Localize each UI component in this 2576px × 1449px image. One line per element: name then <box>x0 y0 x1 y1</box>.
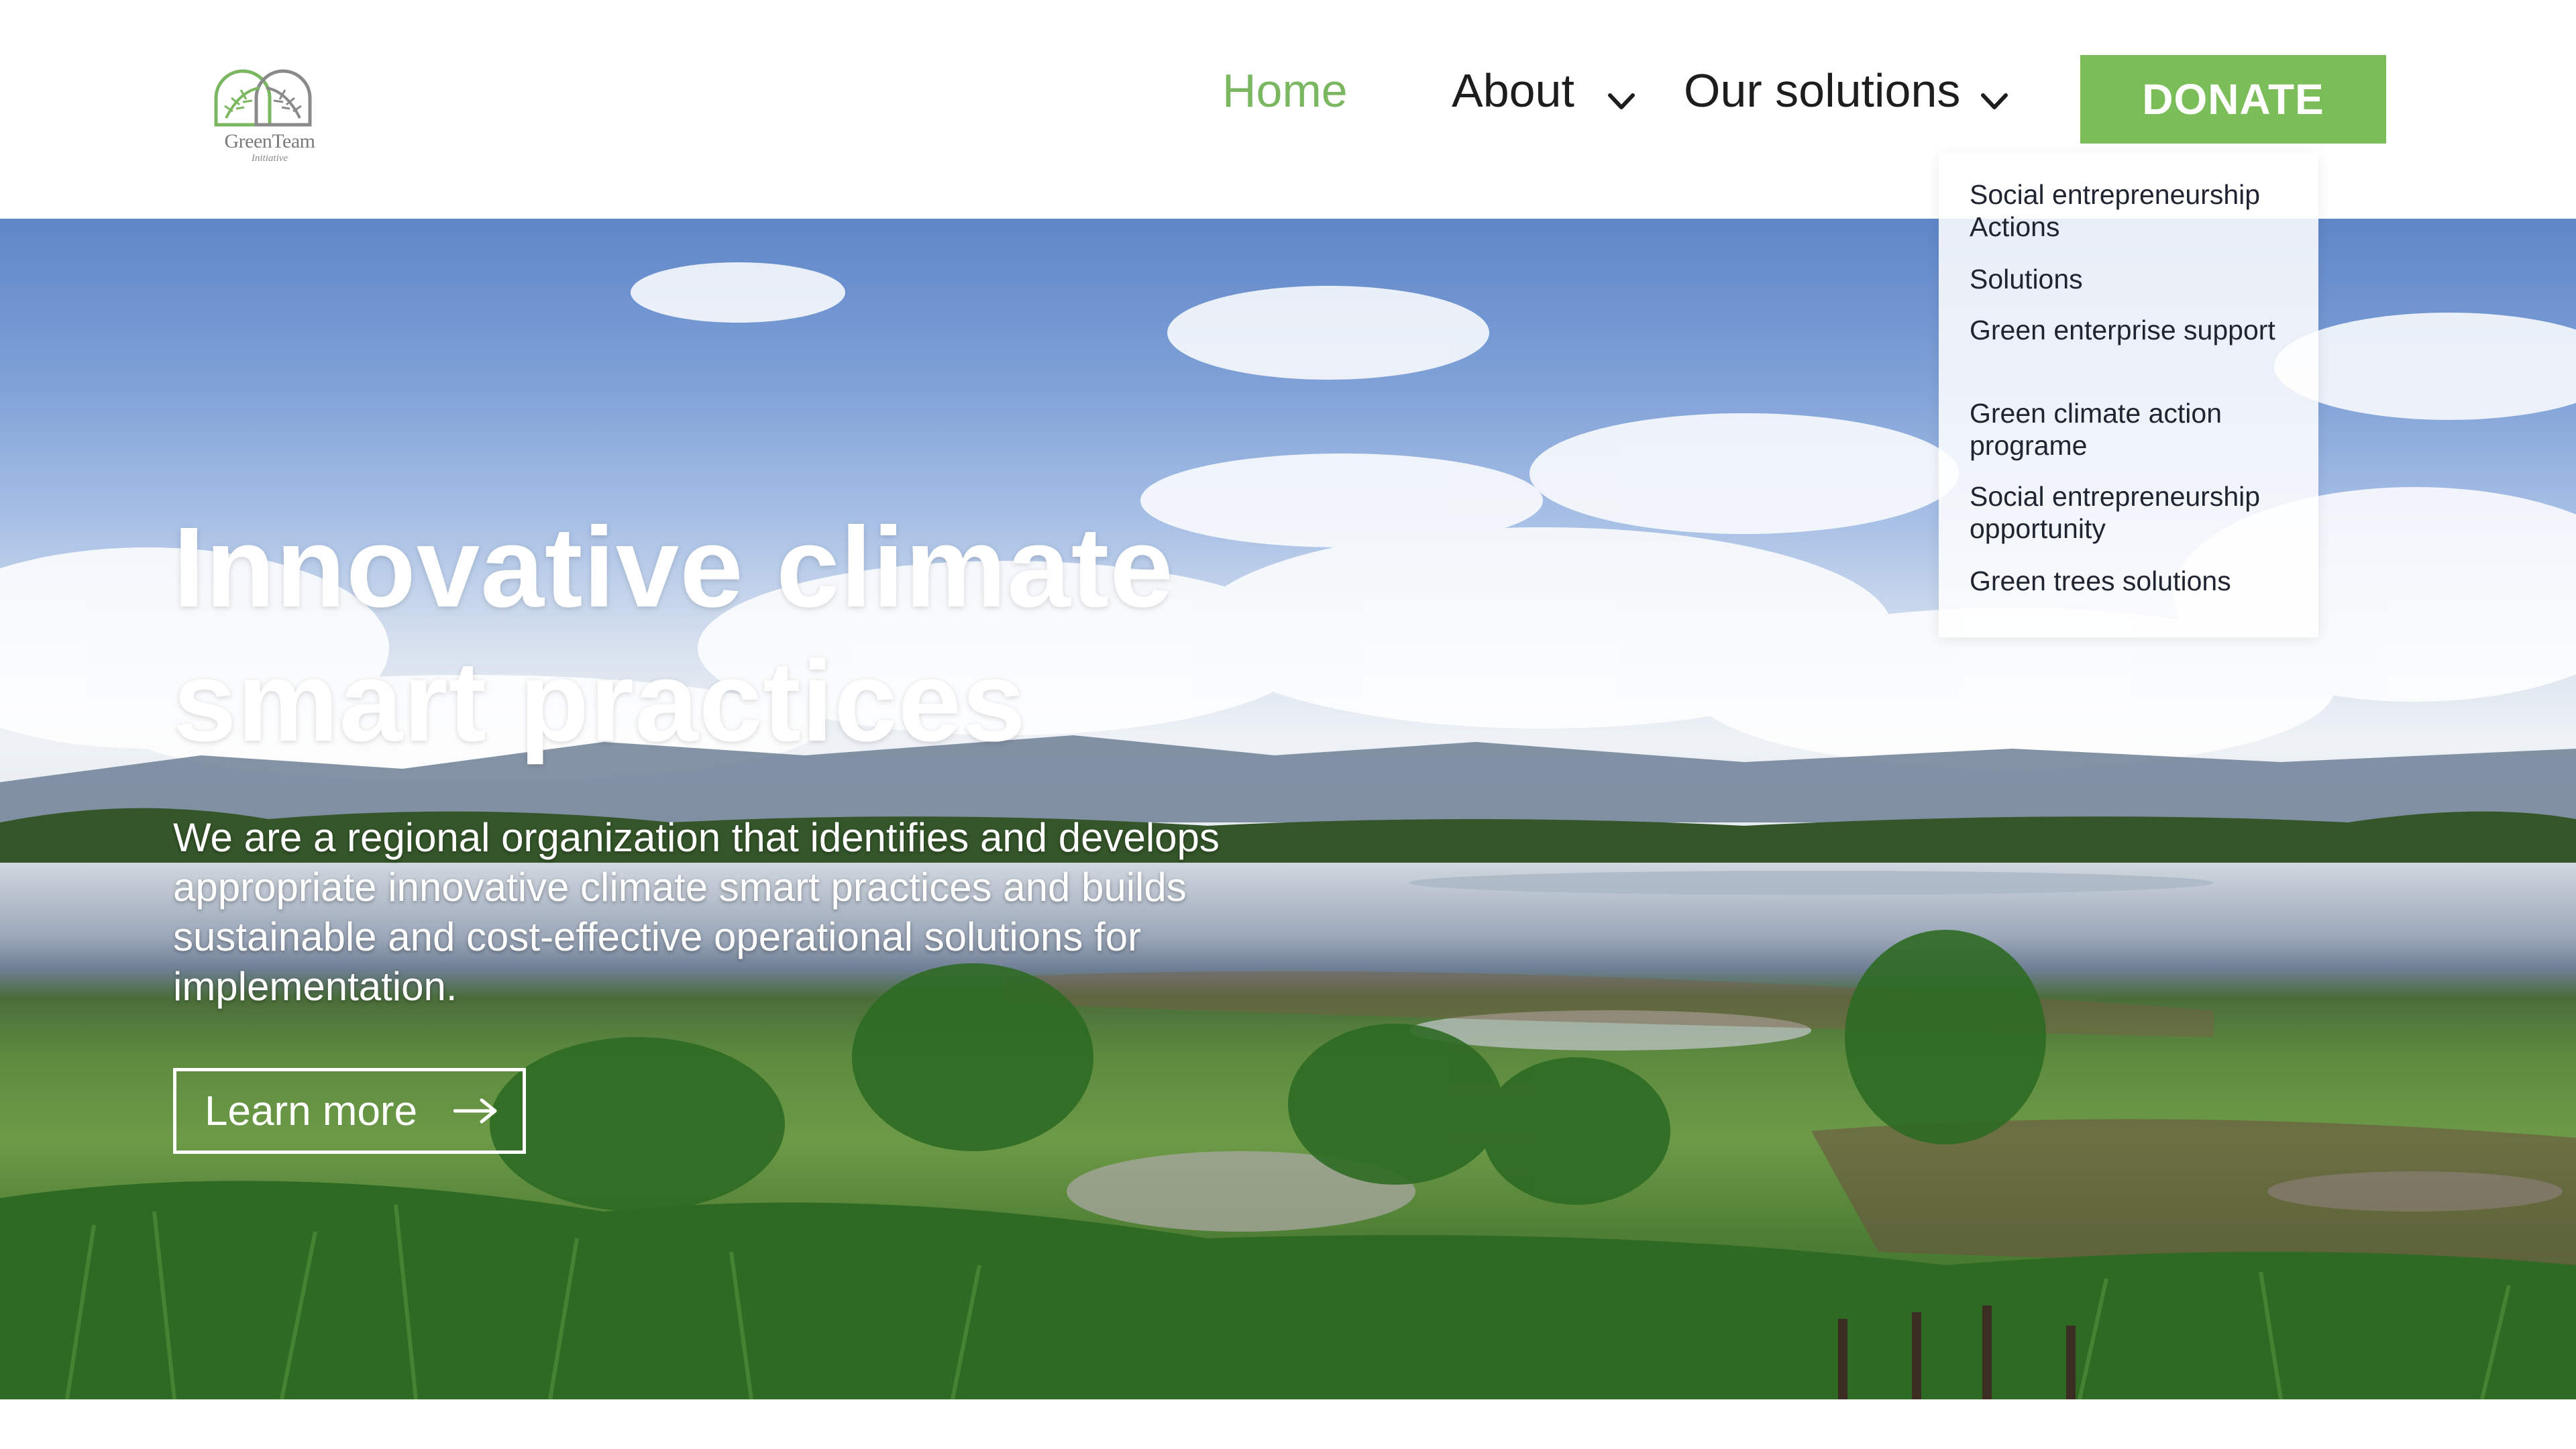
logo-subtitle: Initiative <box>251 153 288 164</box>
chevron-down-icon[interactable] <box>1605 89 1638 115</box>
our-solutions-dropdown: Social entrepreneurship Actions Solution… <box>1939 153 2318 637</box>
hero-title-line-1: Innovative climate <box>173 504 1174 631</box>
logo-wordmark: GreenTeam <box>224 130 315 152</box>
nav-about[interactable]: About <box>1452 67 1574 114</box>
dropdown-item-social-entrepreneurship-opportunity[interactable]: Social entrepreneurship opportunity <box>1970 480 2305 545</box>
leaf-logo-icon <box>214 69 312 127</box>
hero-title-line-2: smart practices <box>173 638 1026 765</box>
donate-button[interactable]: DONATE <box>2080 55 2386 144</box>
dropdown-item-solutions[interactable]: Solutions <box>1970 263 2305 295</box>
dropdown-item-green-enterprise-support[interactable]: Green enterprise support <box>1970 314 2305 346</box>
learn-more-button[interactable]: Learn more <box>173 1068 526 1154</box>
logo[interactable]: GreenTeam Initiative <box>209 64 330 172</box>
dropdown-item-green-trees-solutions[interactable]: Green trees solutions <box>1970 565 2305 597</box>
arrow-right-icon <box>453 1098 497 1124</box>
dropdown-item-social-entrepreneurship-actions[interactable]: Social entrepreneurship Actions <box>1970 178 2305 243</box>
dropdown-item-green-climate-action-programe[interactable]: Green climate action programe <box>1970 397 2305 462</box>
nav-home[interactable]: Home <box>1222 67 1348 114</box>
hero-title: Innovative climate smart practices <box>173 500 1313 769</box>
hero-description: We are a regional organization that iden… <box>173 815 1220 1009</box>
learn-more-label: Learn more <box>205 1087 418 1134</box>
chevron-down-icon[interactable] <box>1978 89 2011 115</box>
nav-our-solutions[interactable]: Our solutions <box>1684 67 1960 114</box>
page-bottom-strip <box>0 1399 2576 1449</box>
